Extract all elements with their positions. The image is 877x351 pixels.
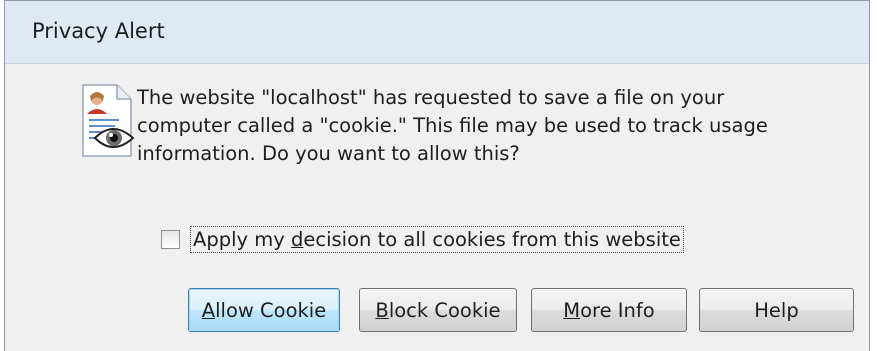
label-text: Apply my (193, 227, 291, 251)
title-bar[interactable]: Privacy Alert (5, 1, 869, 64)
document-privacy-eye-icon (82, 84, 135, 157)
button-accelerator: M (563, 298, 581, 322)
allow-cookie-button[interactable]: Allow Cookie (188, 288, 340, 332)
button-label: lock Cookie (388, 298, 501, 322)
dialog-content: The website "localhost" has requested to… (5, 64, 869, 351)
help-button[interactable]: Help (699, 288, 854, 332)
label-accelerator: d (291, 227, 304, 251)
privacy-alert-dialog: Privacy Alert The website "localhost" ha… (4, 0, 870, 351)
label-text: ecision to all cookies from this website (303, 227, 681, 251)
message-line: information. Do you want to allow this? (137, 142, 520, 165)
apply-to-all-checkbox[interactable] (161, 229, 180, 249)
message-line: The website "localhost" has requested to… (137, 86, 725, 109)
button-label: llow Cookie (215, 298, 327, 322)
dialog-title: Privacy Alert (32, 19, 165, 43)
block-cookie-button[interactable]: Block Cookie (359, 288, 517, 332)
privacy-message: The website "localhost" has requested to… (137, 84, 837, 168)
button-label: ore Info (580, 298, 655, 322)
more-info-button[interactable]: More Info (531, 288, 687, 332)
message-line: computer called a "cookie." This file ma… (137, 114, 768, 137)
button-accelerator: B (375, 298, 389, 322)
button-label: Help (754, 298, 799, 322)
button-accelerator: A (201, 298, 216, 322)
apply-to-all-checkbox-row[interactable]: Apply my decision to all cookies from th… (161, 222, 684, 256)
apply-to-all-label[interactable]: Apply my decision to all cookies from th… (190, 225, 684, 253)
